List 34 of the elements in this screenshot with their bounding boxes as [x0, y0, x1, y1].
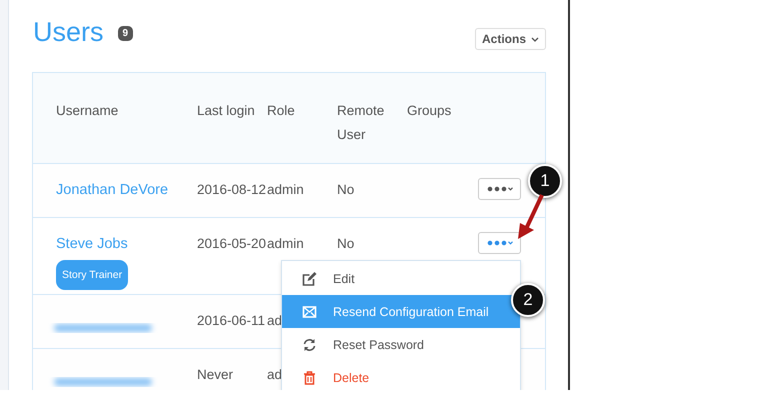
table-cell: ad: [267, 313, 282, 328]
table-cell: admin: [267, 182, 304, 197]
table-cell: No: [337, 182, 354, 197]
table-cell: ad: [267, 367, 282, 382]
callout-arrow: [518, 194, 544, 239]
username-link[interactable]: Steve Jobs: [56, 232, 128, 256]
table-cell: No: [337, 236, 354, 251]
page-title: Users: [33, 16, 104, 48]
username-link[interactable]: Jonathan DeVore: [56, 178, 168, 202]
trash-icon: [302, 370, 317, 384]
group-tag: Story Trainer: [56, 260, 128, 290]
column-header: Username: [55, 102, 120, 120]
table-cell: 2016-06-11: [197, 313, 266, 328]
column-header: Remote User: [337, 102, 386, 144]
refresh-icon: [302, 338, 317, 352]
table-cell: 2016-08-12: [197, 182, 266, 197]
row-menu-button[interactable]: [478, 178, 521, 200]
more-icon: [486, 240, 512, 246]
menu-item[interactable]: Resend Configuration Email: [282, 295, 520, 328]
row-menu-button[interactable]: [478, 232, 521, 254]
table-cell: 2016-05-20: [197, 236, 266, 251]
caret-icon: [531, 36, 539, 42]
column-header: Last login: [197, 102, 256, 120]
envelope-icon: [302, 306, 317, 318]
menu-item[interactable]: Reset Password: [282, 328, 520, 361]
table-cell: Never: [197, 367, 234, 382]
menu-item[interactable]: Delete: [282, 361, 520, 390]
column-header: Groups: [407, 102, 452, 120]
actions-button[interactable]: Actions: [474, 28, 546, 50]
count-badge: 9: [118, 26, 134, 40]
edit-icon: [302, 272, 317, 286]
more-icon: [486, 186, 512, 192]
column-header: Role: [267, 102, 296, 120]
table-cell: admin: [267, 236, 304, 251]
